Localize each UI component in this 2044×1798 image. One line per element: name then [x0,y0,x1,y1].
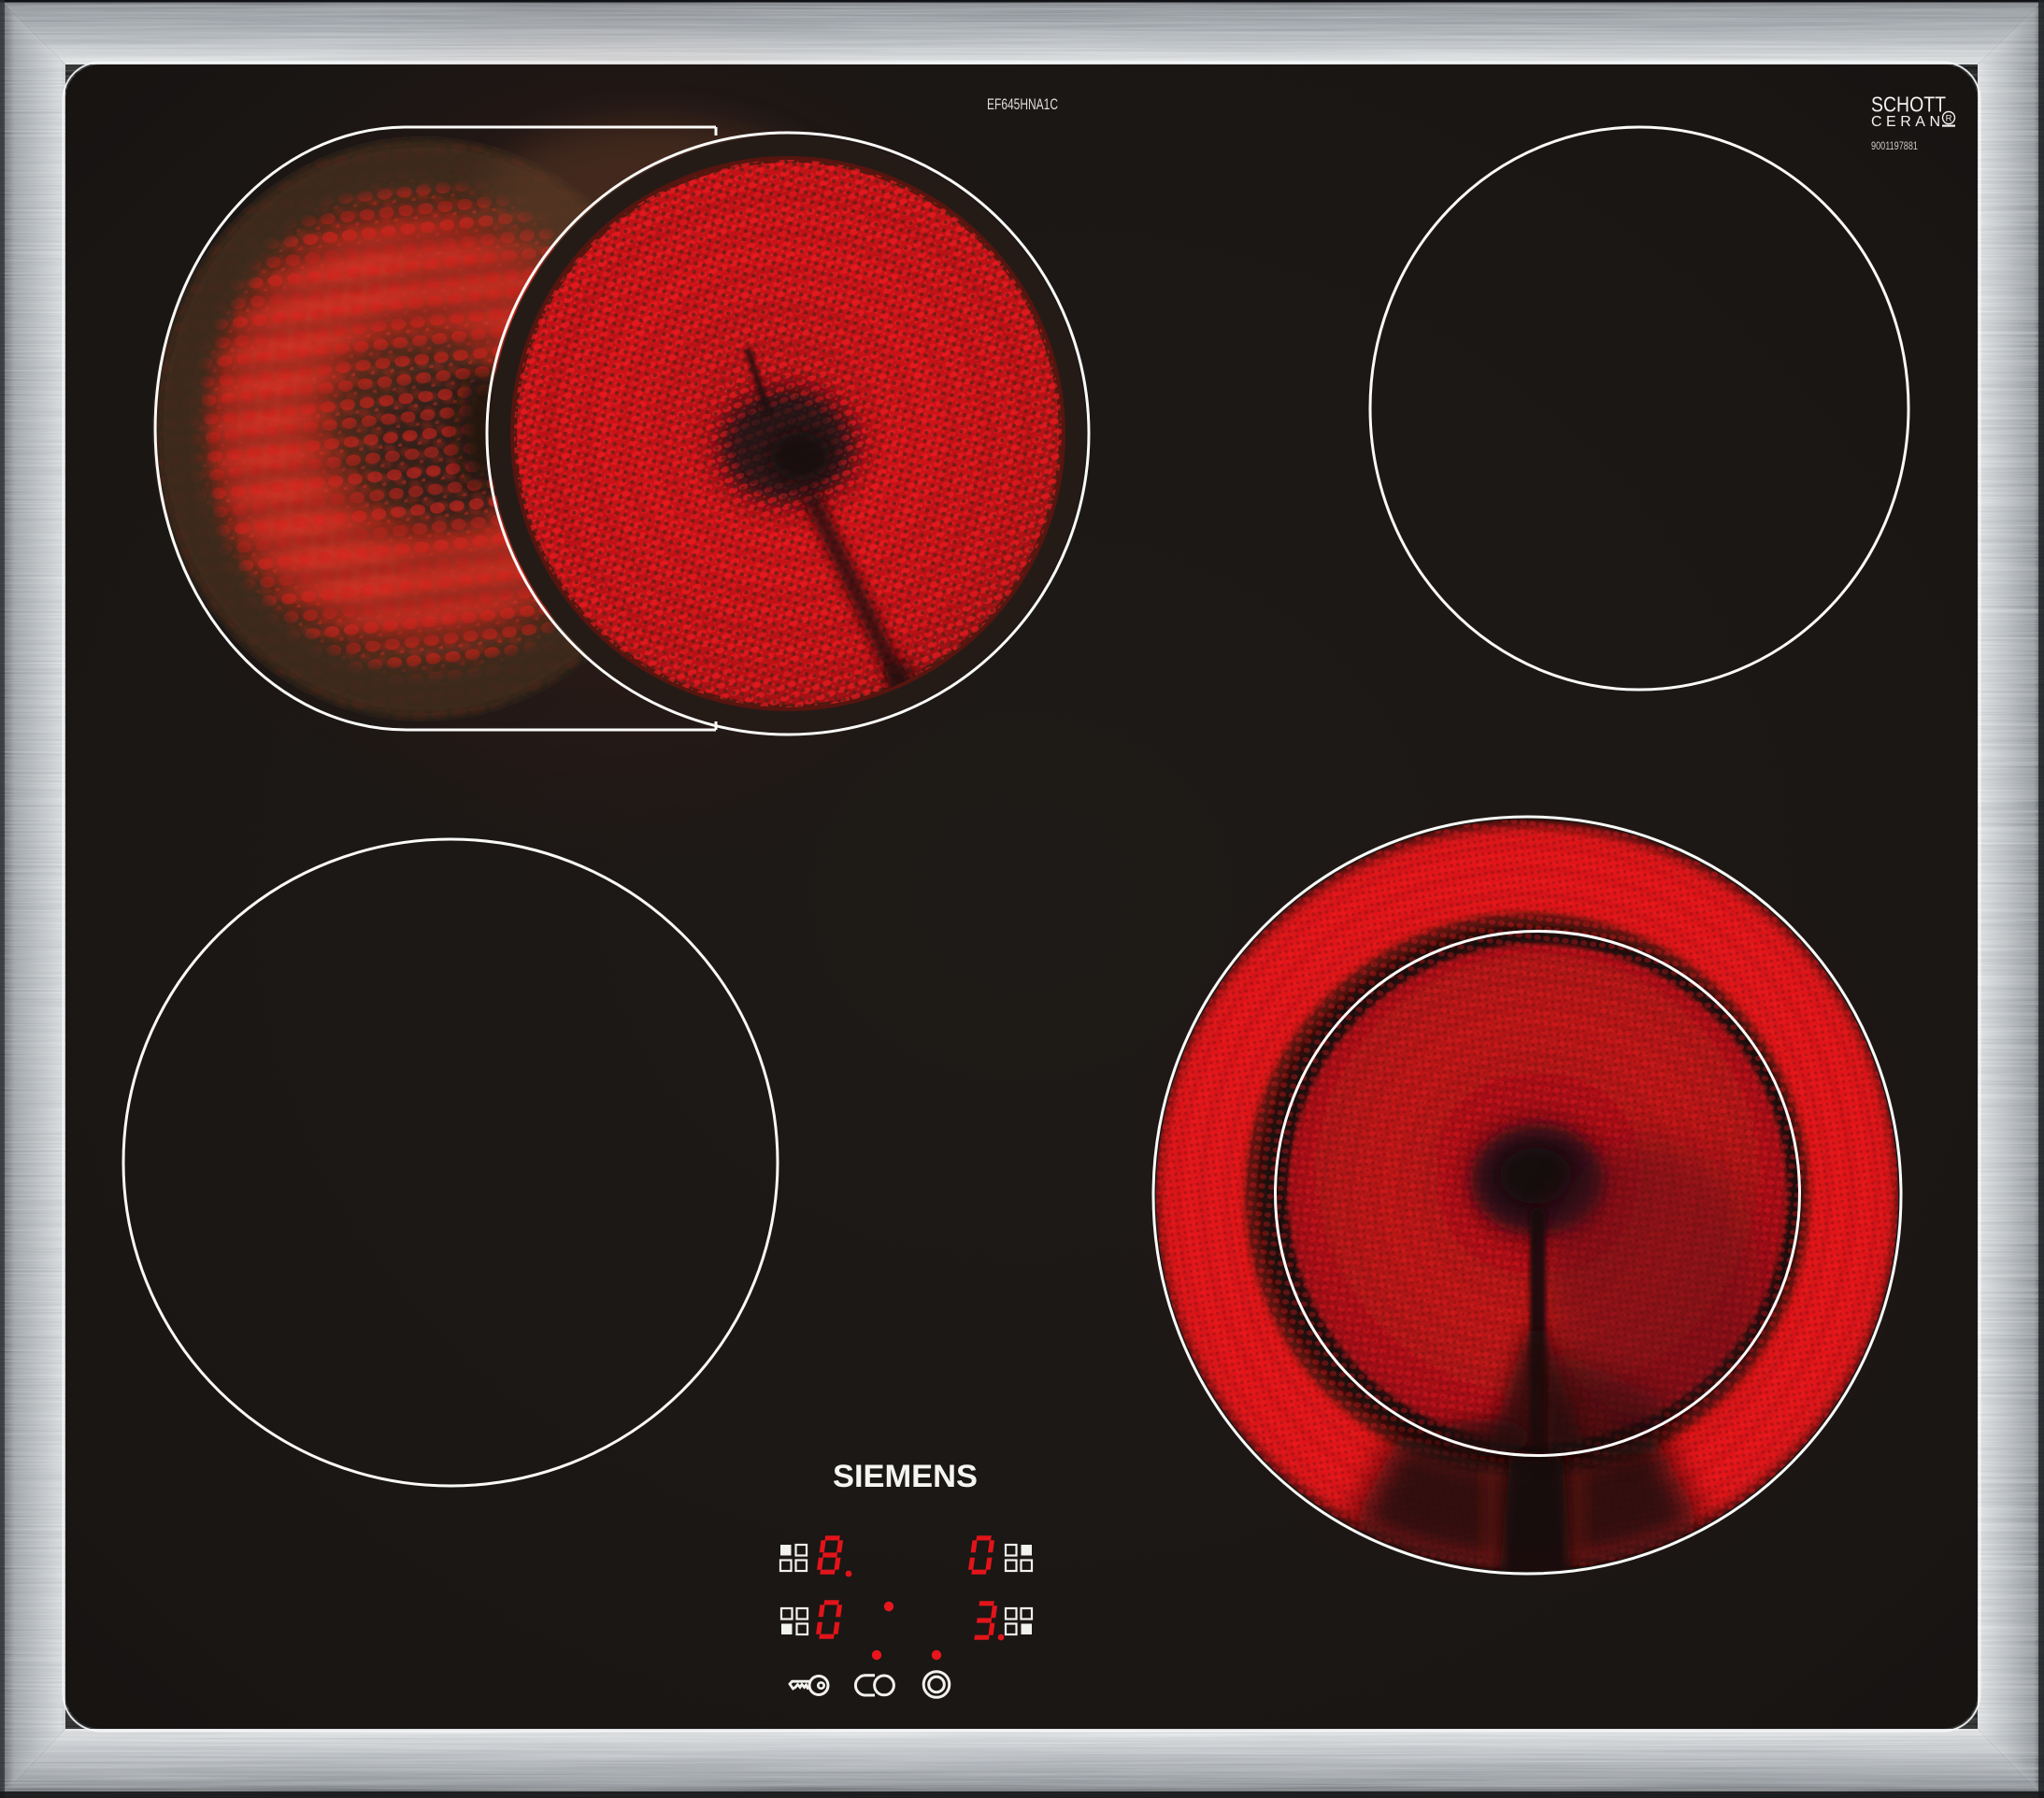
svg-text:SIEMENS: SIEMENS [833,1459,978,1494]
svg-text:R: R [1946,114,1952,124]
svg-text:9001197881: 9001197881 [1871,139,1918,152]
svg-text:CERAN: CERAN [1871,114,1940,130]
svg-text:SCHOTT: SCHOTT [1871,93,1946,117]
svg-text:EF645HNA1C: EF645HNA1C [987,95,1058,113]
